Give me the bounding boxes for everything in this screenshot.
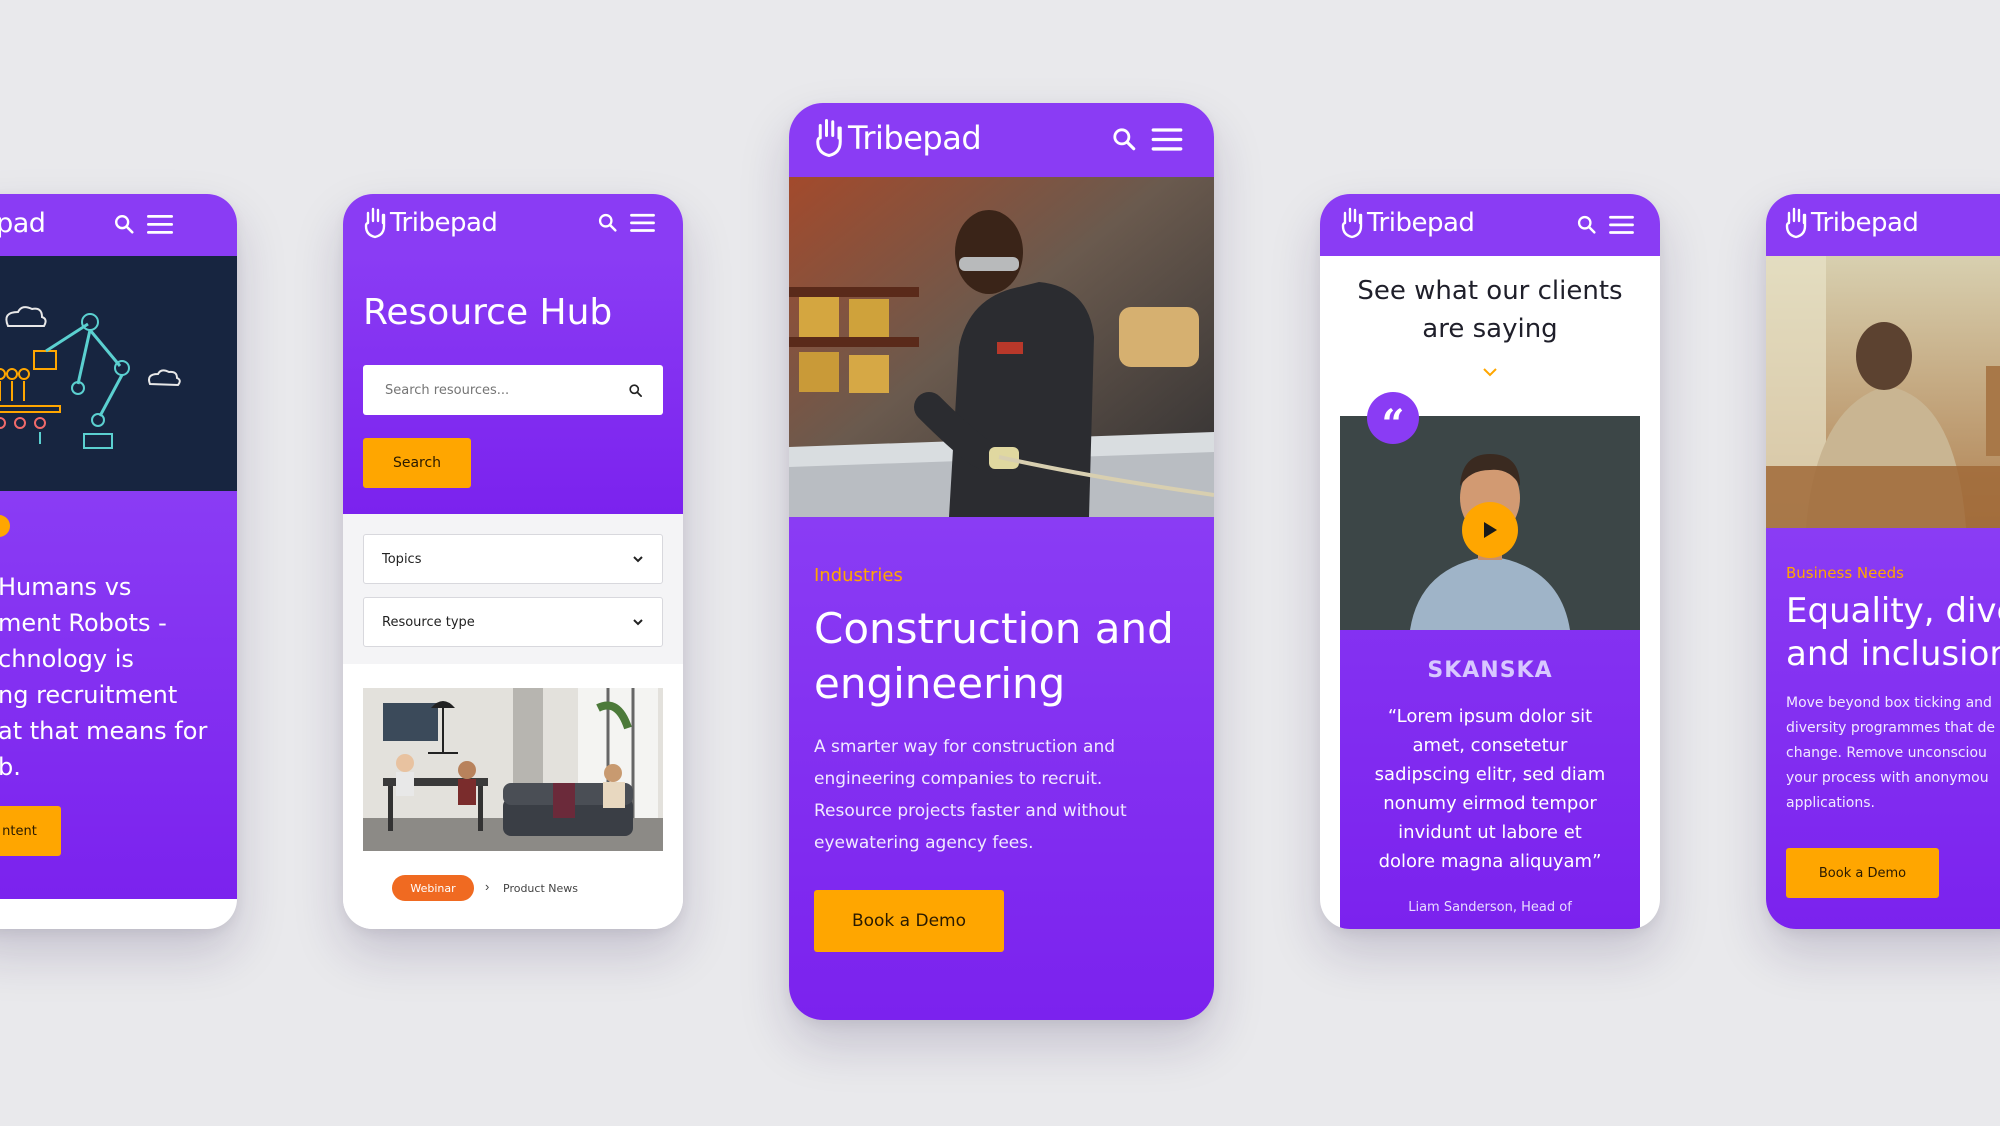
search-icon[interactable] bbox=[1576, 214, 1597, 235]
brand-logo[interactable]: Tribepad bbox=[1784, 207, 1919, 239]
category-link[interactable]: Product News bbox=[503, 882, 578, 895]
hero-title: Construction and engineering bbox=[814, 604, 1174, 708]
book-demo-button[interactable]: Book a Demo bbox=[814, 890, 1004, 952]
search-icon[interactable] bbox=[628, 383, 643, 398]
testimonial-card: SKANSKA “Lorem ipsum dolor sit amet, con… bbox=[1340, 416, 1640, 929]
site-header: epad bbox=[0, 194, 237, 256]
quote-icon: “ bbox=[1367, 392, 1419, 445]
hero-title: Equality, dive and inclusion bbox=[1786, 591, 2000, 674]
accent-dot bbox=[0, 515, 10, 537]
search-icon[interactable] bbox=[1111, 126, 1137, 152]
play-icon bbox=[1484, 522, 1497, 538]
phone-screen-testimonials: Tribepad See what our clients are saying… bbox=[1320, 194, 1660, 929]
menu-icon[interactable] bbox=[630, 212, 655, 233]
search-icon[interactable] bbox=[597, 212, 618, 233]
hand-logo-icon bbox=[816, 119, 842, 157]
phone-screen-construction: Tribepad Industries Construction and eng… bbox=[789, 103, 1214, 1020]
hand-logo-icon bbox=[1785, 207, 1807, 239]
book-demo-button[interactable]: Book a Demo bbox=[1786, 848, 1939, 898]
resource-type-dropdown[interactable]: Resource type bbox=[363, 597, 663, 647]
menu-icon[interactable] bbox=[1151, 126, 1183, 152]
brand-logo[interactable]: Tribepad bbox=[814, 118, 982, 158]
brand-wordmark: epad bbox=[0, 208, 46, 239]
search-field[interactable] bbox=[363, 365, 663, 415]
robot-illustration bbox=[0, 256, 237, 491]
content-button[interactable]: ntent bbox=[0, 806, 61, 856]
webinar-badge[interactable]: Webinar bbox=[392, 875, 474, 901]
brand-logo[interactable]: Tribepad bbox=[1340, 207, 1475, 239]
phone-screen-resource-hub: Tribepad Resource Hub Search Topics Reso… bbox=[343, 194, 683, 929]
brand-wordmark: Tribepad bbox=[1811, 208, 1919, 238]
page-title: Resource Hub bbox=[363, 292, 613, 333]
testimonial-attribution: Liam Sanderson, Head of bbox=[1408, 900, 1572, 915]
play-button[interactable] bbox=[1462, 502, 1518, 558]
hand-logo-icon bbox=[1341, 207, 1363, 239]
search-input[interactable] bbox=[383, 381, 607, 399]
site-header: Tribepad bbox=[1320, 194, 1660, 256]
chevron-down-icon bbox=[1483, 368, 1497, 377]
topics-dropdown[interactable]: Topics bbox=[363, 534, 663, 584]
eyebrow-label: Industries bbox=[814, 565, 903, 586]
brand-wordmark: Tribepad bbox=[1367, 208, 1475, 238]
company-logo: SKANSKA bbox=[1427, 658, 1553, 683]
chevron-right-icon: › bbox=[485, 879, 490, 894]
search-icon[interactable] bbox=[113, 213, 135, 235]
brand-logo[interactable]: Tribepad bbox=[363, 207, 498, 239]
hero-image-worker bbox=[789, 177, 1214, 517]
resource-card-image[interactable] bbox=[363, 688, 663, 851]
hero-body: Move beyond box ticking and diversity pr… bbox=[1786, 695, 1995, 811]
site-header: Tribepad bbox=[1766, 194, 2000, 256]
hero-body: A smarter way for construction and engin… bbox=[814, 737, 1127, 853]
chevron-down-icon bbox=[633, 619, 643, 626]
testimonial-photo bbox=[1340, 416, 1640, 630]
eyebrow-label: Business Needs bbox=[1786, 564, 1904, 582]
testimonial-quote: “Lorem ipsum dolor sit amet, consetetur … bbox=[1374, 706, 1606, 872]
article-heading: Humans vs ment Robots - chnology is ng r… bbox=[0, 573, 208, 781]
brand-wordmark: Tribepad bbox=[848, 119, 982, 157]
brand-wordmark: Tribepad bbox=[390, 208, 498, 238]
phone-screen-robots: epad bbox=[0, 194, 237, 929]
phone-screen-equality: Tribepad Business Needs Equality, dive a… bbox=[1766, 194, 2000, 929]
hero-image-meeting bbox=[1766, 256, 2000, 528]
hand-logo-icon bbox=[364, 207, 386, 239]
section-heading: See what our clients are saying bbox=[1357, 276, 1623, 344]
search-button[interactable]: Search bbox=[363, 438, 471, 488]
site-header: Tribepad bbox=[343, 194, 683, 254]
site-header: Tribepad bbox=[789, 103, 1214, 177]
chevron-down-icon bbox=[633, 556, 643, 563]
menu-icon[interactable] bbox=[1609, 214, 1634, 235]
brand-logo[interactable]: epad bbox=[0, 208, 46, 239]
menu-icon[interactable] bbox=[147, 213, 173, 235]
